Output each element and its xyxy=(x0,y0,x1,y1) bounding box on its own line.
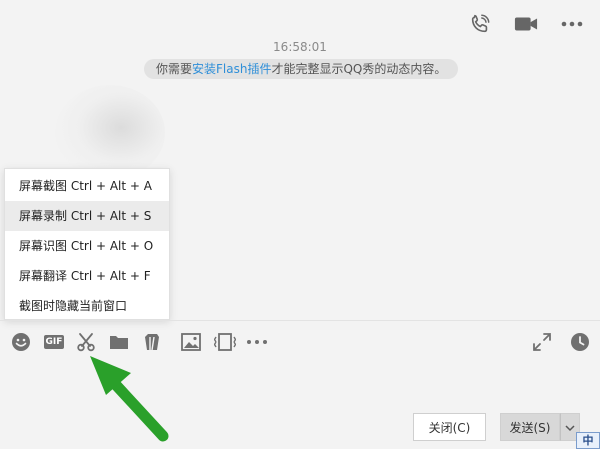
menu-item-screen-record[interactable]: 屏幕录制 Ctrl + Alt + S xyxy=(5,201,169,231)
send-button[interactable]: 发送(S) xyxy=(500,413,560,441)
input-divider xyxy=(0,320,600,321)
expand-icon[interactable] xyxy=(530,330,554,354)
notice-text-post: 才能完整显示QQ秀的动态内容。 xyxy=(271,62,447,76)
toolbar-more-icon[interactable] xyxy=(245,330,269,354)
system-notice: 你需要安装Flash插件才能完整显示QQ秀的动态内容。 xyxy=(144,59,459,79)
screen-share-icon[interactable] xyxy=(213,330,237,354)
chevron-down-icon xyxy=(565,421,575,435)
gif-label: GIF xyxy=(43,335,65,349)
gif-icon[interactable]: GIF xyxy=(41,330,67,354)
close-button[interactable]: 关闭(C) xyxy=(413,413,486,441)
message-timestamp: 16:58:01 xyxy=(273,40,327,54)
input-toolbar: GIF xyxy=(0,330,600,354)
gift-icon[interactable] xyxy=(140,330,164,354)
scissors-icon[interactable] xyxy=(74,330,98,354)
notice-text-pre: 你需要 xyxy=(156,62,193,76)
install-flash-link[interactable]: 安装Flash插件 xyxy=(192,62,271,76)
video-call-icon[interactable] xyxy=(514,12,538,36)
qq-show-background xyxy=(55,85,165,180)
history-icon[interactable] xyxy=(568,330,592,354)
screenshot-menu: 屏幕截图 Ctrl + Alt + A 屏幕录制 Ctrl + Alt + S … xyxy=(4,168,170,320)
menu-item-hide-window[interactable]: 截图时隐藏当前窗口 xyxy=(5,291,169,321)
image-icon[interactable] xyxy=(179,330,203,354)
folder-icon[interactable] xyxy=(107,330,131,354)
menu-item-screen-capture[interactable]: 屏幕截图 Ctrl + Alt + A xyxy=(5,171,169,201)
emoji-icon[interactable] xyxy=(9,330,33,354)
chat-header-actions xyxy=(468,12,584,36)
more-icon[interactable] xyxy=(560,12,584,36)
menu-item-screen-translate[interactable]: 屏幕翻译 Ctrl + Alt + F xyxy=(5,261,169,291)
ime-indicator: 中 xyxy=(576,432,600,449)
phone-icon[interactable] xyxy=(468,12,492,36)
menu-item-screen-recognize[interactable]: 屏幕识图 Ctrl + Alt + O xyxy=(5,231,169,261)
